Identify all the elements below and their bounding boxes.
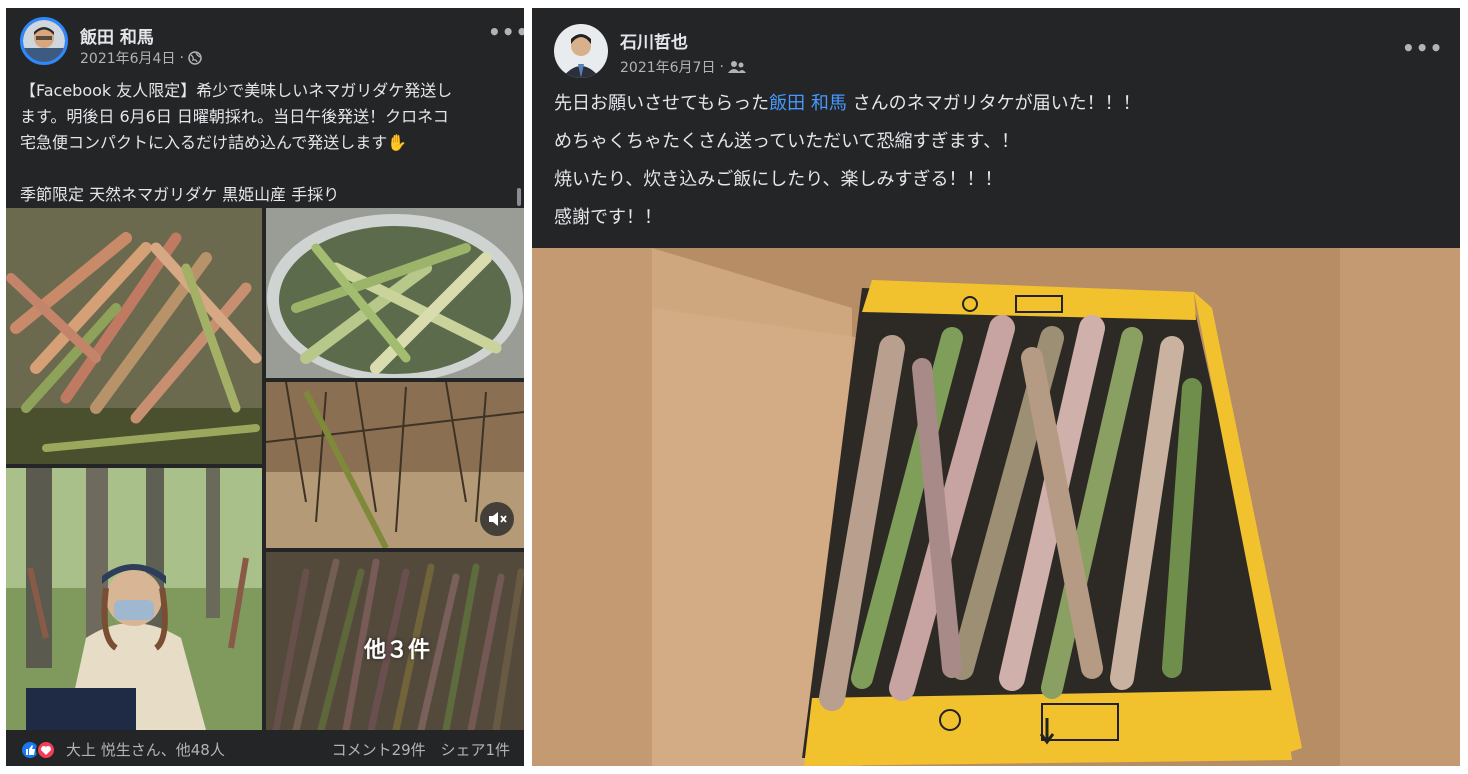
- post-meta: 2021年6月7日 ·: [620, 57, 746, 77]
- meta-separator: ·: [179, 50, 184, 66]
- photo-bamboo-pot[interactable]: [266, 208, 524, 378]
- post-date[interactable]: 2021年6月4日: [80, 48, 175, 68]
- comment-count[interactable]: コメント29件: [332, 741, 426, 759]
- likers-text[interactable]: 大上 悦生さん、他48人: [66, 739, 225, 760]
- author-name[interactable]: 飯田 和馬: [80, 23, 154, 48]
- post-card-left: 飯田 和馬 2021年6月4日 · ••• 【Facebook 友人限定】希少で…: [6, 8, 524, 766]
- love-icon: [36, 740, 56, 760]
- photo-bamboo-delivery-box[interactable]: [532, 248, 1460, 766]
- share-count[interactable]: シェア1件: [440, 741, 510, 759]
- meta-separator: ·: [719, 59, 724, 75]
- bamboo-pot-image: [266, 208, 524, 378]
- avatar-photo-icon: [23, 20, 65, 62]
- text-segment: さんのネマガリタケが届いた！！！: [846, 93, 1141, 114]
- post-text-line: 季節限定 天然ネマガリダケ 黒姫山産 手採り: [20, 185, 340, 204]
- engagement-stats: コメント29件 シェア1件: [322, 739, 510, 760]
- person-forest-image: [6, 468, 262, 730]
- globe-icon[interactable]: [188, 51, 202, 65]
- reaction-bar: 大上 悦生さん、他48人 コメント29件 シェア1件: [6, 730, 524, 766]
- post-text-line: めちゃくちゃたくさん送っていただいて恐縮すぎます、！: [554, 131, 1020, 152]
- post-text-line: [20, 156, 514, 182]
- avatar[interactable]: [554, 24, 608, 78]
- friends-icon[interactable]: [727, 60, 746, 74]
- photo-bamboo-box[interactable]: 他３件: [266, 552, 524, 730]
- post-text-line: 焼いたり、炊き込みご飯にしたり、楽しみすぎる！！！: [554, 169, 1003, 190]
- speaker-muted-icon: [489, 512, 507, 526]
- post-meta: 2021年6月4日 ·: [80, 48, 202, 68]
- photo-forest-floor[interactable]: [266, 382, 524, 548]
- photo-person-forest[interactable]: [6, 468, 262, 730]
- post-date[interactable]: 2021年6月7日: [620, 57, 715, 77]
- photo-bamboo-pile[interactable]: [6, 208, 262, 464]
- post-text: 【Facebook 友人限定】希少で美味しいネマガリダケ発送し ます。明後日 6…: [20, 78, 514, 208]
- post-text-line: ます。明後日 6月6日 日曜朝採れ。当日午後発送！クロネコ: [20, 107, 449, 126]
- author-name[interactable]: 石川哲也: [620, 28, 688, 53]
- mention-link[interactable]: 飯田 和馬: [769, 93, 847, 114]
- more-options-button[interactable]: •••: [1402, 36, 1443, 60]
- more-photos-count[interactable]: 他３件: [364, 632, 430, 664]
- reaction-icons[interactable]: [20, 740, 60, 760]
- bamboo-pile-image: [6, 208, 262, 464]
- post-text-line: 宅急便コンパクトに入るだけ詰め込んで発送します✋: [20, 133, 408, 152]
- avatar[interactable]: [20, 17, 68, 65]
- post-text: 先日お願いさせてもらった飯田 和馬 さんのネマガリタケが届いた！！！ めちゃくち…: [554, 90, 1141, 242]
- delivery-box-image: [532, 248, 1460, 766]
- mute-button[interactable]: [480, 502, 514, 536]
- avatar-photo-icon: [554, 24, 608, 78]
- text-scrollbar[interactable]: [517, 188, 521, 206]
- post-text-line: 【Facebook 友人限定】希少で美味しいネマガリダケ発送し: [20, 81, 453, 100]
- post-text-line: 先日お願いさせてもらった飯田 和馬 さんのネマガリタケが届いた！！！: [554, 90, 1141, 128]
- post-card-right: 石川哲也 2021年6月7日 · ••• 先日お願いさせてもらった飯田 和馬 さ…: [532, 8, 1460, 766]
- more-options-button[interactable]: •••: [488, 20, 524, 44]
- text-segment: 先日お願いさせてもらった: [554, 93, 770, 114]
- post-text-line: 感謝です！！: [554, 207, 662, 228]
